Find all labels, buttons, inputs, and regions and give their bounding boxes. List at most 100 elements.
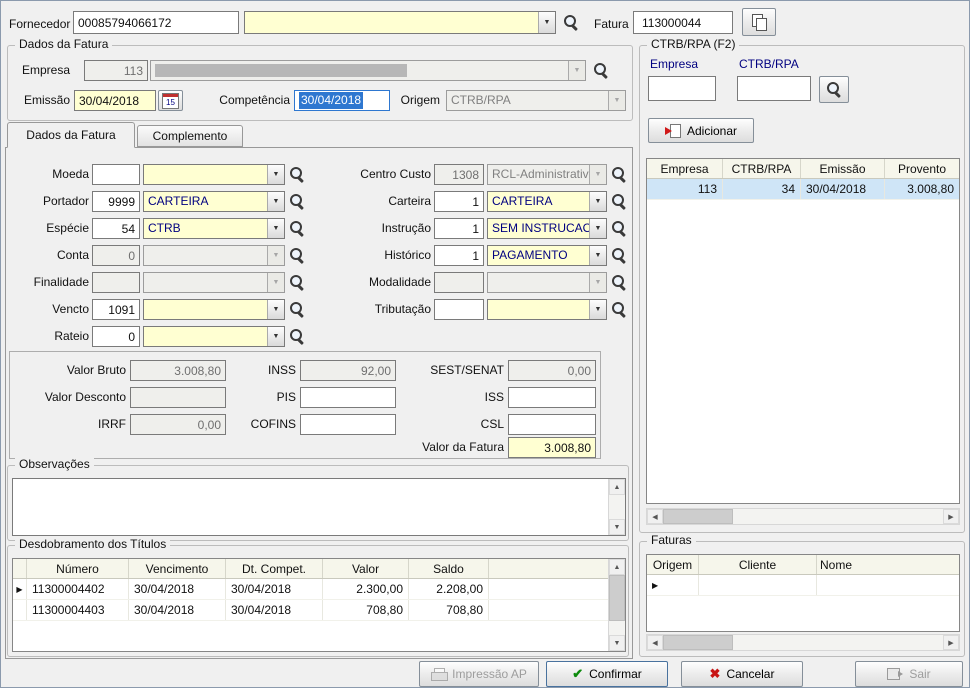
faturas-group: Faturas Origem Cliente Nome ▶ ◀ ▶ <box>639 541 965 657</box>
origem-label: Origem <box>396 90 440 111</box>
scroll-up-icon[interactable]: ▲ <box>609 559 625 575</box>
chevron-down-icon[interactable]: ▼ <box>589 246 606 265</box>
ctrb-search-button[interactable] <box>819 76 849 103</box>
scroll-down-icon[interactable]: ▼ <box>609 519 625 535</box>
instrucao-code-input[interactable] <box>434 218 484 239</box>
moeda-code-input[interactable] <box>92 164 140 185</box>
pis-input[interactable] <box>300 387 396 408</box>
observacoes-textarea[interactable] <box>13 479 608 535</box>
table-row[interactable]: ▶ 11300004402 30/04/2018 30/04/2018 2.30… <box>13 579 608 600</box>
invoice-window: Fornecedor ▼ Fatura Dados da Fatura Empr… <box>0 0 970 688</box>
ctrb-rpa-input[interactable] <box>737 76 811 101</box>
historico-combo[interactable]: PAGAMENTO▼ <box>487 245 607 266</box>
search-icon[interactable] <box>610 246 628 265</box>
tab-dados-fatura[interactable]: Dados da Fatura <box>7 122 135 148</box>
ctrb-rpa-group: CTRB/RPA (F2) Empresa CTRB/RPA Adicionar… <box>639 45 965 533</box>
empresa-name-combo: ▼ <box>150 60 586 81</box>
supplier-combo[interactable]: ▼ <box>244 11 556 34</box>
observacoes-scrollbar[interactable]: ▲ ▼ <box>608 479 625 535</box>
search-icon[interactable] <box>610 192 628 211</box>
chevron-down-icon[interactable]: ▼ <box>538 12 555 33</box>
valor-desconto-label: Valor Desconto <box>14 387 126 408</box>
scroll-right-icon[interactable]: ▶ <box>943 509 959 524</box>
table-row[interactable]: ▶ <box>647 575 959 596</box>
scrollbar-thumb[interactable] <box>609 575 625 621</box>
emissao-input[interactable] <box>74 90 156 111</box>
chevron-down-icon[interactable]: ▼ <box>267 219 284 238</box>
portador-combo[interactable]: CARTEIRA▼ <box>143 191 285 212</box>
competencia-input[interactable]: 30/04/2018 <box>294 90 390 111</box>
instrucao-combo[interactable]: SEM INSTRUCAO▼ <box>487 218 607 239</box>
tributacao-code-input[interactable] <box>434 299 484 320</box>
tab-complemento[interactable]: Complemento <box>137 125 243 147</box>
faturas-hscrollbar[interactable]: ◀ ▶ <box>646 634 960 651</box>
printer-icon <box>431 668 446 680</box>
cofins-input[interactable] <box>300 414 396 435</box>
chevron-down-icon[interactable]: ▼ <box>267 300 284 319</box>
tributacao-combo[interactable]: ▼ <box>487 299 607 320</box>
especie-combo[interactable]: CTRB▼ <box>143 218 285 239</box>
csl-input[interactable] <box>508 414 596 435</box>
historico-code-input[interactable] <box>434 245 484 266</box>
rateio-code-input[interactable] <box>92 326 140 347</box>
chevron-down-icon[interactable]: ▼ <box>589 219 606 238</box>
table-row[interactable]: 11300004403 30/04/2018 30/04/2018 708,80… <box>13 600 608 621</box>
fornecedor-input[interactable] <box>73 11 239 34</box>
search-icon[interactable] <box>562 13 580 32</box>
fatura-input[interactable] <box>633 11 733 34</box>
group-title: Dados da Fatura <box>15 37 112 52</box>
chevron-down-icon[interactable]: ▼ <box>267 192 284 211</box>
desdobramento-scrollbar[interactable]: ▲ ▼ <box>608 559 625 651</box>
scroll-down-icon[interactable]: ▼ <box>609 635 625 651</box>
iss-label: ISS <box>404 387 504 408</box>
vencto-combo[interactable]: ▼ <box>143 299 285 320</box>
ctrb-empresa-input[interactable] <box>648 76 716 101</box>
scroll-right-icon[interactable]: ▶ <box>943 635 959 650</box>
scroll-up-icon[interactable]: ▲ <box>609 479 625 495</box>
csl-label: CSL <box>404 414 504 435</box>
finalidade-combo: ▼ <box>143 272 285 293</box>
search-icon[interactable] <box>610 300 628 319</box>
chevron-down-icon[interactable]: ▼ <box>267 327 284 346</box>
field-row-especie: Espécie CTRB▼ <box>9 218 306 239</box>
iss-input[interactable] <box>508 387 596 408</box>
rateio-combo[interactable]: ▼ <box>143 326 285 347</box>
carteira-code-input[interactable] <box>434 191 484 212</box>
exit-icon <box>887 668 900 680</box>
cancelar-button[interactable]: ✖ Cancelar <box>681 661 803 687</box>
field-row-tributacao: Tributação ▼ <box>301 299 628 320</box>
scroll-left-icon[interactable]: ◀ <box>647 509 663 524</box>
confirmar-button[interactable]: ✔ Confirmar <box>546 661 668 687</box>
table-row[interactable]: 113 34 30/04/2018 3.008,80 <box>647 179 959 200</box>
observacoes-group: Observações ▲ ▼ <box>7 465 629 541</box>
search-icon[interactable] <box>610 273 628 292</box>
adicionar-button[interactable]: Adicionar <box>648 118 754 143</box>
search-icon[interactable] <box>288 327 306 346</box>
especie-code-input[interactable] <box>92 218 140 239</box>
competencia-selected-text: 30/04/2018 <box>299 92 363 109</box>
search-icon[interactable] <box>610 165 628 184</box>
group-title: Observações <box>15 457 94 472</box>
chevron-down-icon[interactable]: ▼ <box>267 165 284 184</box>
sest-senat-label: SEST/SENAT <box>404 360 504 381</box>
carteira-combo[interactable]: CARTEIRA▼ <box>487 191 607 212</box>
search-icon[interactable] <box>592 61 610 80</box>
ctrb-hscrollbar[interactable]: ◀ ▶ <box>646 508 960 525</box>
search-icon[interactable] <box>610 219 628 238</box>
chevron-down-icon: ▼ <box>267 273 284 292</box>
chevron-down-icon[interactable]: ▼ <box>589 192 606 211</box>
portador-code-input[interactable] <box>92 191 140 212</box>
supplier-combo-value <box>245 12 538 33</box>
chevron-down-icon[interactable]: ▼ <box>589 300 606 319</box>
inss-input <box>300 360 396 381</box>
valor-fatura-label: Valor da Fatura <box>300 437 504 458</box>
scrollbar-thumb[interactable] <box>663 509 733 524</box>
row-marker-icon: ▶ <box>13 579 27 599</box>
moeda-combo[interactable]: ▼ <box>143 164 285 185</box>
scrollbar-thumb[interactable] <box>663 635 733 650</box>
desdobramento-group: Desdobramento dos Títulos Número Vencime… <box>7 545 629 657</box>
scroll-left-icon[interactable]: ◀ <box>647 635 663 650</box>
vencto-code-input[interactable] <box>92 299 140 320</box>
calendar-button[interactable]: 15 <box>158 90 183 111</box>
copy-button[interactable] <box>742 8 776 36</box>
